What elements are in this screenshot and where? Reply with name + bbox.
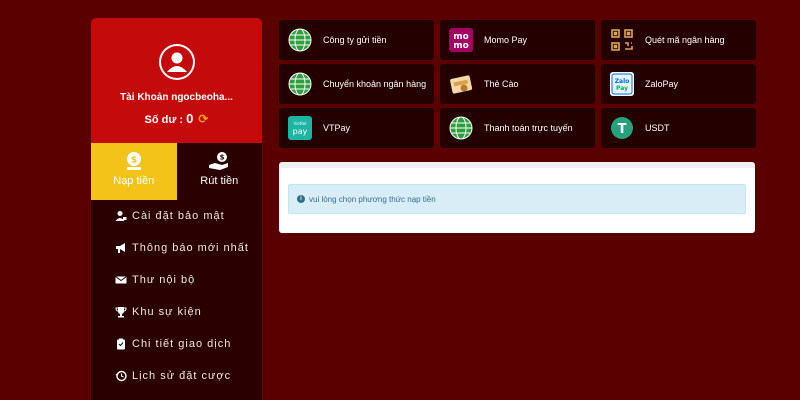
trophy-icon bbox=[115, 306, 127, 318]
tab-deposit-label: Nạp tiền bbox=[113, 175, 155, 187]
menu-label: Khu sự kiện bbox=[132, 306, 202, 318]
zalopay-icon: Zalo Pay bbox=[610, 72, 634, 96]
menu-item-transactions[interactable]: Chi tiết giao dịch bbox=[115, 328, 262, 360]
info-icon: i bbox=[297, 195, 305, 203]
payment-label: Chuyển khoản ngân hàng bbox=[323, 79, 427, 89]
payment-online[interactable]: Thanh toán trực tuyến bbox=[440, 108, 595, 148]
balance-value: 0 bbox=[186, 111, 194, 126]
menu-label: Thông báo mới nhất bbox=[132, 242, 249, 254]
account-menu: Cài đặt bảo mật Thông báo mới nhất Thư n… bbox=[91, 200, 262, 392]
tab-withdraw-label: Rút tiền bbox=[200, 175, 239, 187]
wallet-tabs: $ Nạp tiền $ Rút tiền bbox=[91, 143, 262, 200]
avatar-icon bbox=[158, 44, 195, 80]
qr-code-icon bbox=[610, 28, 634, 52]
info-message: vui lòng chọn phương thức nạp tiền bbox=[309, 194, 436, 204]
payment-label: Công ty gửi tiền bbox=[323, 35, 387, 45]
menu-item-events[interactable]: Khu sự kiện bbox=[115, 296, 262, 328]
payment-bank-qr[interactable]: Quét mã ngân hàng bbox=[601, 20, 756, 60]
megaphone-icon bbox=[115, 242, 127, 254]
payment-vtpay[interactable]: Viettel pay VTPay bbox=[279, 108, 434, 148]
svg-text:$: $ bbox=[131, 156, 137, 166]
globe-icon bbox=[288, 28, 312, 52]
payment-zalopay[interactable]: Zalo Pay ZaloPay bbox=[601, 64, 756, 104]
tab-withdraw[interactable]: $ Rút tiền bbox=[176, 143, 263, 200]
payment-details-panel: i vui lòng chọn phương thức nạp tiền bbox=[279, 162, 755, 233]
menu-item-notifications[interactable]: Thông báo mới nhất bbox=[115, 232, 262, 264]
payment-label: ZaloPay bbox=[645, 79, 679, 89]
refresh-balance-icon[interactable]: ⟳ bbox=[198, 112, 208, 126]
tab-deposit[interactable]: $ Nạp tiền bbox=[91, 143, 177, 200]
menu-label: Lịch sử đặt cược bbox=[132, 370, 232, 382]
balance-label: Số dư : bbox=[144, 114, 184, 126]
menu-label: Cài đặt bảo mật bbox=[132, 210, 225, 222]
account-sidebar: Tài Khoản ngocbeoha... Số dư : 0 ⟳ $ Nạp… bbox=[91, 18, 262, 400]
svg-text:$: $ bbox=[220, 154, 225, 162]
menu-item-security[interactable]: Cài đặt bảo mật bbox=[115, 200, 262, 232]
globe-icon bbox=[449, 116, 473, 140]
profile-card: Tài Khoản ngocbeoha... Số dư : 0 ⟳ bbox=[91, 18, 262, 143]
usdt-symbol-text: T bbox=[618, 122, 627, 137]
payment-label: VTPay bbox=[323, 123, 351, 133]
momo-bottom-text: mo bbox=[453, 41, 469, 51]
payment-methods-grid: Công ty gửi tiền mo mo Momo Pay Quét mã … bbox=[279, 20, 756, 148]
menu-label: Chi tiết giao dịch bbox=[132, 338, 232, 350]
envelope-icon bbox=[115, 274, 127, 286]
payment-usdt[interactable]: T USDT bbox=[601, 108, 756, 148]
vtpay-top-text: Viettel bbox=[294, 121, 307, 126]
info-alert: i vui lòng chọn phương thức nạp tiền bbox=[288, 184, 746, 214]
payment-label: Quét mã ngân hàng bbox=[645, 35, 725, 45]
payment-bank-transfer[interactable]: Chuyển khoản ngân hàng bbox=[279, 64, 434, 104]
globe-icon bbox=[288, 72, 312, 96]
payment-label: Thanh toán trực tuyến bbox=[484, 123, 573, 133]
menu-label: Thư nội bộ bbox=[132, 274, 196, 286]
payment-momo[interactable]: mo mo Momo Pay bbox=[440, 20, 595, 60]
scratch-card-icon bbox=[449, 72, 473, 96]
balance-display: Số dư : 0 ⟳ bbox=[91, 111, 262, 126]
usdt-icon: T bbox=[610, 116, 634, 140]
payment-label: Thẻ Cào bbox=[484, 79, 519, 89]
payment-label: USDT bbox=[645, 123, 670, 133]
deposit-icon: $ bbox=[91, 151, 177, 171]
zalo-bottom-text: Pay bbox=[616, 85, 628, 92]
withdraw-icon: $ bbox=[177, 151, 263, 171]
user-lock-icon bbox=[115, 210, 127, 222]
clipboard-icon bbox=[115, 338, 127, 350]
momo-icon: mo mo bbox=[449, 28, 473, 52]
payment-label: Momo Pay bbox=[484, 35, 528, 45]
payment-company-deposit[interactable]: Công ty gửi tiền bbox=[279, 20, 434, 60]
account-name: Tài Khoản ngocbeoha... bbox=[120, 92, 233, 103]
history-icon bbox=[115, 370, 127, 382]
vtpay-icon: Viettel pay bbox=[288, 116, 312, 140]
zalo-top-text: Zalo bbox=[615, 78, 630, 85]
menu-item-inbox[interactable]: Thư nội bộ bbox=[115, 264, 262, 296]
menu-item-bet-history[interactable]: Lịch sử đặt cược bbox=[115, 360, 262, 392]
vtpay-bottom-text: pay bbox=[293, 127, 308, 136]
payment-scratch-card[interactable]: Thẻ Cào bbox=[440, 64, 595, 104]
